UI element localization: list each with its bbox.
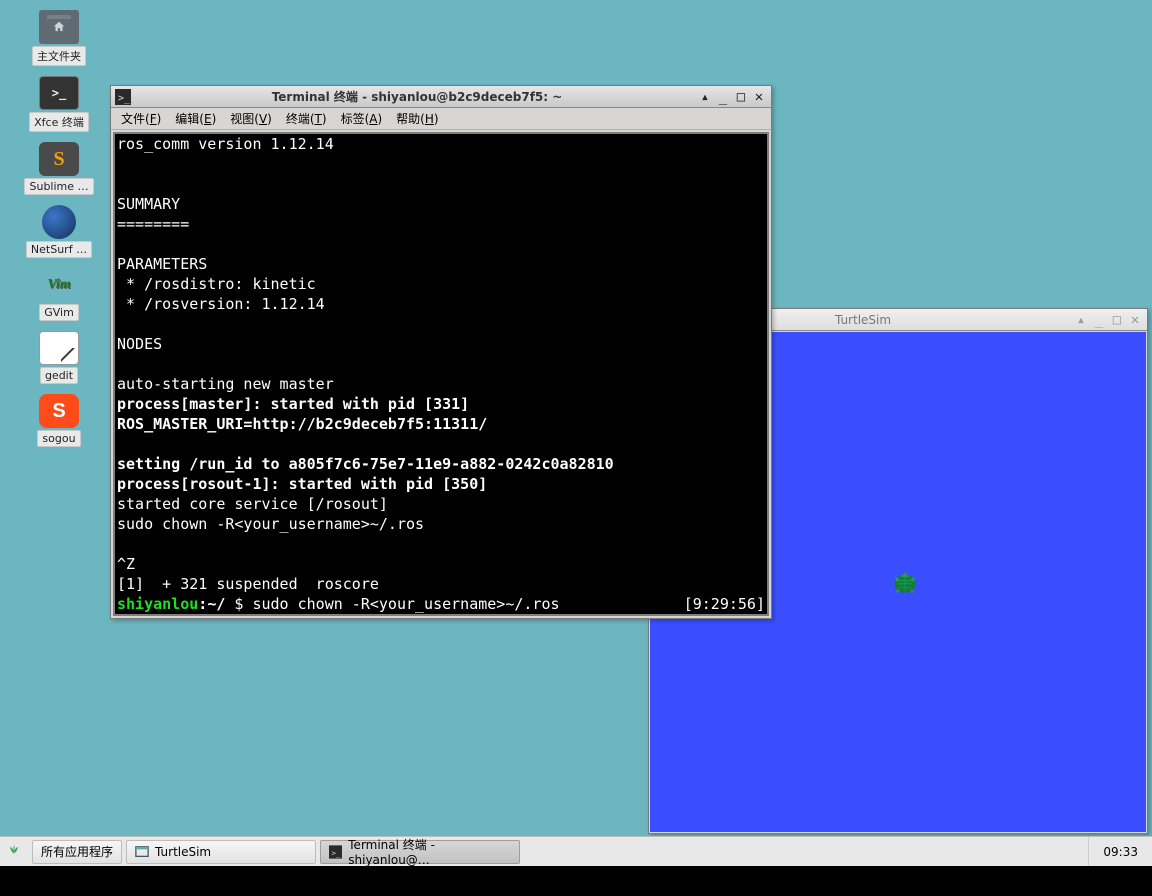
gvim-icon [39, 268, 79, 302]
terminal-window[interactable]: >_ Terminal 终端 - shiyanlou@b2c9deceb7f5:… [110, 85, 772, 619]
menu-term[interactable]: 终端(T) [286, 110, 327, 127]
task-label: Terminal 终端 - shiyanlou@… [348, 836, 511, 867]
terminal-output[interactable]: ros_comm version 1.12.14 SUMMARY========… [115, 134, 767, 614]
shade-button[interactable]: ▴ [697, 90, 713, 104]
window-controls: ▴ _ □ ✕ [1073, 313, 1143, 327]
icon-label: gedit [40, 367, 78, 384]
icon-netsurf[interactable]: NetSurf … [20, 205, 98, 258]
shade-button[interactable]: ▴ [1073, 313, 1089, 327]
maximize-button[interactable]: □ [733, 90, 749, 104]
launcher-icon[interactable] [0, 838, 28, 866]
task-label: TurtleSim [155, 845, 211, 859]
svg-text:>_: >_ [118, 93, 131, 104]
icon-label: NetSurf … [26, 241, 92, 258]
window-title: Terminal 终端 - shiyanlou@b2c9deceb7f5: ~ [137, 88, 697, 105]
svg-text:>_: >_ [332, 848, 341, 857]
window-icon [135, 845, 149, 859]
icon-label: 主文件夹 [32, 46, 86, 66]
terminal-icon: >_ [329, 845, 342, 859]
terminal-icon [39, 76, 79, 110]
taskbar-clock[interactable]: 09:33 [1088, 837, 1152, 867]
icon-gedit[interactable]: gedit [20, 331, 98, 384]
close-button[interactable]: ✕ [1127, 313, 1143, 327]
menu-edit[interactable]: 编辑(E) [175, 110, 216, 127]
minimize-button[interactable]: _ [715, 90, 731, 104]
task-turtlesim[interactable]: TurtleSim [126, 840, 316, 864]
menu-view[interactable]: 视图(V) [230, 110, 272, 127]
titlebar[interactable]: >_ Terminal 终端 - shiyanlou@b2c9deceb7f5:… [111, 86, 771, 108]
icon-sogou[interactable]: sogou [20, 394, 98, 447]
close-button[interactable]: ✕ [751, 90, 767, 104]
applications-menu[interactable]: 所有应用程序 [32, 840, 122, 864]
icon-sublime[interactable]: Sublime … [20, 142, 98, 195]
bottom-strip [0, 866, 1152, 896]
gedit-icon [39, 331, 79, 365]
menu-tabs[interactable]: 标签(A) [341, 110, 383, 127]
icon-label: GVim [39, 304, 79, 321]
icon-label: Sublime … [24, 178, 93, 195]
menu-file[interactable]: 文件(F) [121, 110, 161, 127]
icon-label: sogou [37, 430, 80, 447]
maximize-button[interactable]: □ [1109, 313, 1125, 327]
icon-home-folder[interactable]: 主文件夹 [20, 10, 98, 66]
desktop-icons: 主文件夹 Xfce 终端 Sublime … NetSurf … GVim ge… [20, 10, 98, 447]
terminal-menubar: 文件(F) 编辑(E) 视图(V) 终端(T) 标签(A) 帮助(H) [111, 108, 771, 130]
applications-menu-label: 所有应用程序 [41, 843, 113, 860]
sublime-icon [39, 142, 79, 176]
minimize-button[interactable]: _ [1091, 313, 1107, 327]
taskbar: 所有应用程序 TurtleSim >_ Terminal 终端 - shiyan… [0, 836, 1152, 866]
task-terminal[interactable]: >_ Terminal 终端 - shiyanlou@… [320, 840, 520, 864]
menu-help[interactable]: 帮助(H) [396, 110, 438, 127]
icon-xfce-terminal[interactable]: Xfce 终端 [20, 76, 98, 132]
window-controls: ▴ _ □ ✕ [697, 90, 767, 104]
icon-label: Xfce 终端 [29, 112, 89, 132]
folder-icon [39, 10, 79, 44]
terminal-appicon: >_ [115, 89, 131, 105]
turtle-icon [888, 568, 922, 598]
sogou-icon [39, 394, 79, 428]
icon-gvim[interactable]: GVim [20, 268, 98, 321]
netsurf-icon [42, 205, 76, 239]
